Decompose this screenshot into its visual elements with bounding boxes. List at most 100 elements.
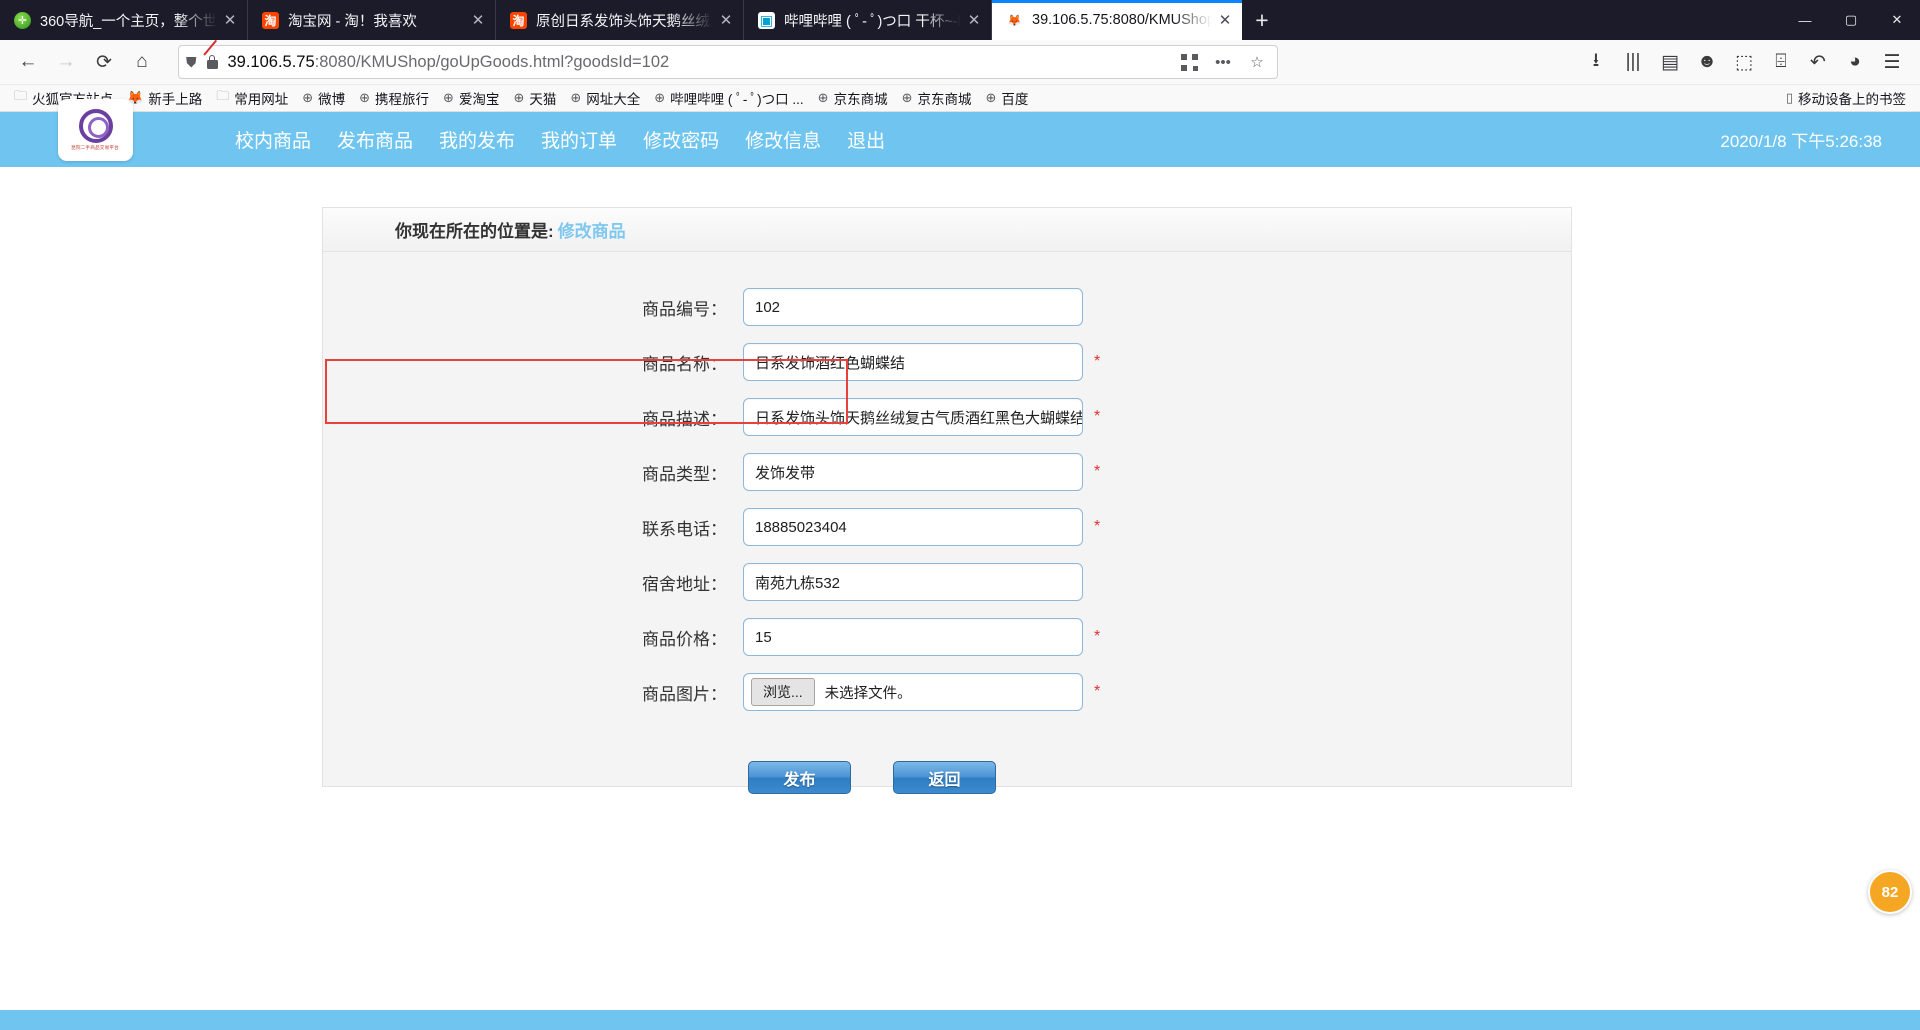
- shield-icon[interactable]: ⛊: [186, 54, 197, 71]
- label-goods-description: 商品描述：: [642, 409, 727, 429]
- maximize-button[interactable]: ▢: [1828, 0, 1874, 40]
- bookmark-item[interactable]: ⊕ 天猫: [507, 86, 562, 110]
- input-goods-description[interactable]: 日系发饰头饰天鹅丝绒复古气质酒红黑色大蝴蝶结: [743, 398, 1083, 436]
- close-icon[interactable]: ✕: [1212, 7, 1238, 33]
- notification-badge[interactable]: 82: [1868, 870, 1912, 914]
- browser-tab[interactable]: ✛ 360导航_一个主页，整个世界 ✕: [0, 0, 248, 40]
- mobile-bookmarks-item[interactable]: ▯ 移动设备上的书签: [1780, 86, 1912, 110]
- required-mark: *: [1094, 408, 1101, 425]
- home-button[interactable]: ⌂: [124, 44, 160, 80]
- form-row-dorm-address: 宿舍地址： 南苑九栋532 *: [323, 563, 1571, 601]
- page-actions-icon[interactable]: •••: [1210, 49, 1236, 75]
- close-icon[interactable]: ✕: [713, 7, 739, 33]
- bookmark-item[interactable]: ⊕ 京东商城: [896, 86, 978, 110]
- nav-item-campus-goods[interactable]: 校内商品: [235, 126, 311, 153]
- input-dorm-address[interactable]: 南苑九栋532: [743, 563, 1083, 601]
- minimize-button[interactable]: —: [1782, 0, 1828, 40]
- bookmark-label: 爱淘宝: [458, 92, 500, 107]
- bookmarks-bar: 🗀火狐官方站点 🦊新手上路 🗀常用网址 ⊕微博 ⊕携程旅行 ⊕爱淘宝 ⊕天猫 ⊕…: [0, 85, 1920, 112]
- breadcrumb-prefix: 你现在所在的位置是:: [395, 222, 554, 241]
- bookmark-label: 网址大全: [586, 92, 641, 107]
- url-text: 39.106.5.75:8080/KMUShop/goUpGoods.html?…: [228, 53, 1169, 72]
- input-goods-id[interactable]: 102: [743, 288, 1083, 326]
- chat-icon[interactable]: ⌹: [1763, 44, 1799, 80]
- globe-icon: ⊕: [302, 90, 314, 105]
- sidebar-icon[interactable]: ▤: [1652, 44, 1688, 80]
- close-window-button[interactable]: ✕: [1874, 0, 1920, 40]
- input-goods-price[interactable]: 15: [743, 618, 1083, 656]
- tab-title: 原创日系发饰头饰天鹅丝绒复古: [536, 13, 713, 30]
- browser-tab-active[interactable]: 🦊 39.106.5.75:8080/KMUShop/ ✕: [992, 0, 1242, 40]
- download-icon[interactable]: ⭳: [1578, 44, 1614, 80]
- bookmark-item[interactable]: 🗀 常用网址: [210, 85, 294, 111]
- qr-code-icon[interactable]: [1176, 49, 1202, 75]
- account-icon[interactable]: ☻: [1689, 44, 1725, 80]
- form-row-goods-type: 商品类型： 发饰发带 *: [323, 453, 1571, 491]
- bookmark-item[interactable]: ⊕ 爱淘宝: [437, 86, 505, 110]
- lock-crossed-icon[interactable]: [202, 39, 220, 71]
- forward-button[interactable]: →: [48, 44, 84, 80]
- nav-item-my-posts[interactable]: 我的发布: [439, 126, 515, 153]
- pocket-icon[interactable]: ◕: [1837, 44, 1873, 80]
- label-goods-image: 商品图片：: [642, 684, 727, 704]
- nav-item-change-password[interactable]: 修改密码: [643, 126, 719, 153]
- browser-tab-strip: ✛ 360导航_一个主页，整个世界 ✕ 淘 淘宝网 - 淘！我喜欢 ✕ 淘 原创…: [0, 0, 1920, 40]
- url-path: :8080/KMUShop/goUpGoods.html?goodsId=102: [314, 52, 670, 71]
- mobile-bookmarks-label: 移动设备上的书签: [1798, 92, 1906, 107]
- header-clock: 2020/1/8 下午5:26:38: [1720, 132, 1882, 151]
- submit-button[interactable]: 发布: [748, 761, 851, 794]
- globe-icon: ⊕: [654, 90, 666, 105]
- form-actions: 发布 返回: [323, 761, 1571, 794]
- undo-icon[interactable]: ↶: [1800, 44, 1836, 80]
- browse-button[interactable]: 浏览...: [751, 678, 815, 706]
- close-icon[interactable]: ✕: [465, 7, 491, 33]
- breadcrumb: 你现在所在的位置是: 修改商品: [323, 208, 1571, 252]
- input-goods-type[interactable]: 发饰发带: [743, 453, 1083, 491]
- browser-tab[interactable]: 淘 淘宝网 - 淘！我喜欢 ✕: [248, 0, 496, 40]
- 360-icon: ✛: [14, 11, 31, 29]
- file-status-text: 未选择文件。: [824, 685, 912, 702]
- bookmark-item[interactable]: 🦊 新手上路: [121, 86, 208, 110]
- globe-icon: ⊕: [817, 90, 829, 105]
- nav-item-publish-goods[interactable]: 发布商品: [337, 126, 413, 153]
- back-button[interactable]: 返回: [893, 761, 996, 794]
- puzzle-icon[interactable]: ⬚: [1726, 44, 1762, 80]
- form-row-goods-image: 商品图片： 浏览... 未选择文件。 *: [323, 673, 1571, 711]
- bookmark-item[interactable]: ⊕ 微博: [296, 86, 351, 110]
- bookmark-label: 京东商城: [833, 92, 888, 107]
- input-goods-name[interactable]: 日系发饰酒红色蝴蝶结: [743, 343, 1083, 381]
- bookmark-star-icon[interactable]: ☆: [1244, 49, 1270, 75]
- reload-button[interactable]: ⟳: [86, 44, 122, 80]
- form-row-goods-id: 商品编号： 102 *: [323, 288, 1571, 326]
- nav-item-logout[interactable]: 退出: [847, 126, 885, 153]
- nav-item-edit-profile[interactable]: 修改信息: [745, 126, 821, 153]
- tab-title: 淘宝网 - 淘！我喜欢: [288, 13, 417, 30]
- form-row-goods-price: 商品价格： 15 *: [323, 618, 1571, 656]
- bookmark-label: 微博: [318, 92, 346, 107]
- bookmark-item[interactable]: ⊕ 京东商城: [812, 86, 894, 110]
- folder-icon: 🗀: [14, 88, 28, 103]
- bookmark-item[interactable]: ⊕ 百度: [979, 86, 1034, 110]
- bookmark-item[interactable]: ⊕ 哔哩哔哩 ( ﾟ- ﾟ)つ口 ...: [648, 86, 809, 110]
- site-logo[interactable]: 昆院二手商品交易平台: [58, 99, 133, 161]
- bookmark-item[interactable]: ⊕ 网址大全: [564, 86, 646, 110]
- browser-tab[interactable]: 淘 原创日系发饰头饰天鹅丝绒复古 ✕: [496, 0, 744, 40]
- close-icon[interactable]: ✕: [961, 7, 987, 33]
- window-controls: — ▢ ✕: [1782, 0, 1920, 40]
- browser-tab[interactable]: ▣ 哔哩哔哩 ( ﾟ- ﾟ)つ口 干杯~-bi ✕: [744, 0, 992, 40]
- tab-title: 哔哩哔哩 ( ﾟ- ﾟ)つ口 干杯~-bi: [784, 13, 961, 30]
- globe-icon: ⊕: [985, 90, 997, 105]
- back-button[interactable]: ←: [10, 44, 46, 80]
- label-contact-phone: 联系电话：: [642, 519, 727, 539]
- close-icon[interactable]: ✕: [217, 7, 243, 33]
- label-goods-price: 商品价格：: [642, 629, 727, 649]
- bookmark-item[interactable]: ⊕ 携程旅行: [353, 86, 435, 110]
- new-tab-button[interactable]: +: [1242, 0, 1282, 40]
- input-goods-image[interactable]: 浏览... 未选择文件。: [743, 673, 1083, 711]
- required-mark: *: [1094, 463, 1101, 480]
- address-bar[interactable]: ⛊ 39.106.5.75:8080/KMUShop/goUpGoods.htm…: [178, 39, 1278, 79]
- menu-icon[interactable]: ☰: [1874, 44, 1910, 80]
- input-contact-phone[interactable]: 18885023404: [743, 508, 1083, 546]
- nav-item-my-orders[interactable]: 我的订单: [541, 126, 617, 153]
- library-icon[interactable]: |||: [1615, 44, 1651, 80]
